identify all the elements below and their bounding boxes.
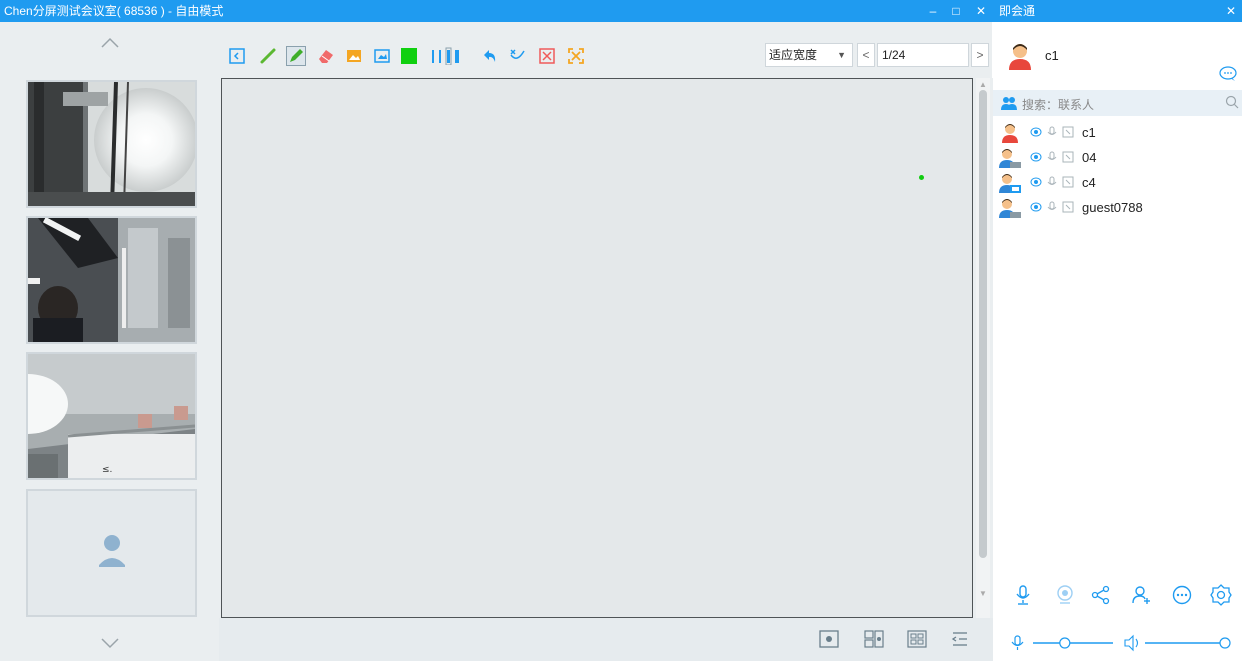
scroll-down-arrow-icon[interactable]: ▼ bbox=[979, 589, 987, 598]
contacts-panel: c1 搜索：联系人 c1 04 c4 guest0788 bbox=[993, 22, 1242, 661]
share-icon[interactable] bbox=[1090, 584, 1112, 606]
prev-page-button[interactable]: < bbox=[857, 43, 875, 67]
scroll-up-arrow-icon[interactable]: ▲ bbox=[979, 80, 987, 89]
contact-avatar-icon bbox=[998, 198, 1022, 218]
add-user-icon[interactable] bbox=[1130, 584, 1152, 606]
contact-name: 04 bbox=[1082, 150, 1097, 165]
side-titlebar[interactable]: 即会通 ✕ bbox=[993, 0, 1242, 22]
empty-participant-slot[interactable] bbox=[26, 489, 197, 617]
dropdown-caret-icon: ▼ bbox=[837, 50, 846, 60]
collapse-panel-icon[interactable] bbox=[950, 630, 970, 648]
main-titlebar[interactable]: Chen分屏测试会议室( 68536 ) - 自由模式 – □ ✕ bbox=[0, 0, 993, 22]
user-name: c1 bbox=[1045, 48, 1059, 63]
share-status-icon bbox=[1062, 126, 1074, 138]
undo-icon[interactable] bbox=[479, 46, 499, 66]
share-status-icon bbox=[1062, 151, 1074, 163]
video-status-icon bbox=[1030, 126, 1042, 138]
search-icon[interactable] bbox=[1225, 95, 1239, 109]
contact-search[interactable]: 搜索：联系人 bbox=[993, 90, 1242, 116]
search-input[interactable]: 搜索：联系人 bbox=[1022, 96, 1094, 113]
brush-icon[interactable] bbox=[258, 46, 278, 66]
speaker-volume-slider[interactable] bbox=[1219, 637, 1231, 649]
scroll-down-chevron-icon[interactable] bbox=[98, 634, 122, 652]
zoom-mode-select[interactable]: 适应宽度 ▼ bbox=[765, 43, 853, 67]
whiteboard-canvas[interactable] bbox=[221, 78, 973, 618]
side-close-button[interactable]: ✕ bbox=[1220, 0, 1242, 22]
video-feed-3[interactable]: ≤. bbox=[26, 352, 197, 480]
layout-single-icon[interactable] bbox=[819, 630, 839, 648]
insert-image-icon[interactable] bbox=[344, 46, 364, 66]
layout-split-icon[interactable] bbox=[864, 630, 884, 648]
camera-icon[interactable] bbox=[1054, 584, 1076, 606]
page-number-input[interactable]: 1/24 bbox=[877, 43, 969, 67]
share-status-icon bbox=[1062, 176, 1074, 188]
mic-status-icon bbox=[1046, 176, 1058, 188]
more-icon[interactable] bbox=[1171, 584, 1193, 606]
clear-marks-icon[interactable] bbox=[507, 46, 527, 66]
video-status-icon bbox=[1030, 151, 1042, 163]
video-status-icon bbox=[1030, 176, 1042, 188]
mic-volume-slider[interactable] bbox=[1059, 637, 1071, 649]
line-width-icon[interactable] bbox=[430, 46, 462, 66]
share-status-icon bbox=[1062, 201, 1074, 213]
vertical-scrollbar[interactable]: ▲ ▼ bbox=[976, 78, 990, 618]
delete-icon[interactable] bbox=[537, 46, 557, 66]
mic-level-icon bbox=[1011, 635, 1024, 650]
video-feed-1[interactable] bbox=[26, 80, 197, 208]
mic-status-icon bbox=[1046, 126, 1058, 138]
next-page-button[interactable]: > bbox=[971, 43, 989, 67]
maximize-button[interactable]: □ bbox=[945, 0, 967, 22]
whiteboard-area: ▲ ▼ bbox=[219, 78, 993, 618]
color-swatch[interactable] bbox=[399, 46, 419, 66]
pen-icon[interactable] bbox=[286, 46, 306, 66]
zoom-mode-value: 适应宽度 bbox=[769, 48, 818, 62]
scrollbar-thumb[interactable] bbox=[979, 90, 987, 558]
mic-status-icon bbox=[1046, 151, 1058, 163]
contact-row[interactable]: 04 bbox=[993, 146, 1242, 170]
app-window: Chen分屏测试会议室( 68536 ) - 自由模式 – □ ✕ 即会通 ✕ bbox=[0, 0, 1242, 661]
speaker-icon bbox=[1124, 634, 1139, 652]
user-avatar[interactable] bbox=[1007, 42, 1033, 70]
eraser-icon[interactable] bbox=[316, 46, 336, 66]
contact-avatar-icon bbox=[998, 148, 1022, 168]
scroll-up-chevron-icon[interactable] bbox=[98, 34, 122, 52]
minimize-button[interactable]: – bbox=[922, 0, 944, 22]
contact-name: c1 bbox=[1082, 125, 1096, 140]
mic-status-icon bbox=[1046, 201, 1058, 213]
contact-name: guest0788 bbox=[1082, 200, 1143, 215]
close-button[interactable]: ✕ bbox=[970, 0, 992, 22]
fullscreen-icon[interactable] bbox=[566, 46, 586, 66]
main-window-title: Chen分屏测试会议室( 68536 ) - 自由模式 bbox=[4, 4, 224, 18]
back-page-icon[interactable] bbox=[227, 46, 247, 66]
whiteboard-toolbar: 适应宽度 ▼ < 1/24 > bbox=[219, 22, 992, 78]
microphone-icon[interactable] bbox=[1012, 584, 1034, 606]
contact-name: c4 bbox=[1082, 175, 1096, 190]
contact-avatar-icon bbox=[1001, 123, 1019, 143]
video-status-icon bbox=[1030, 201, 1042, 213]
contact-row[interactable]: guest0788 bbox=[993, 196, 1242, 220]
settings-icon[interactable] bbox=[1210, 584, 1232, 606]
contact-row[interactable]: c4 bbox=[993, 171, 1242, 195]
screenshot-icon[interactable] bbox=[372, 46, 392, 66]
video-feed-2[interactable] bbox=[26, 216, 197, 344]
pen-marker-dot bbox=[919, 175, 924, 180]
layout-bar bbox=[219, 618, 993, 661]
side-window-title: 即会通 bbox=[999, 4, 1036, 18]
layout-grid-icon[interactable] bbox=[907, 630, 927, 648]
chat-bubble-icon[interactable] bbox=[1219, 66, 1237, 82]
contact-avatar-icon bbox=[998, 173, 1022, 193]
svg-text:≤.: ≤. bbox=[102, 465, 112, 475]
audio-level-row bbox=[993, 628, 1242, 661]
contacts-group-icon bbox=[1001, 97, 1017, 110]
contact-row[interactable]: c1 bbox=[993, 121, 1242, 145]
video-thumbnail-panel: ≤. bbox=[0, 22, 219, 661]
